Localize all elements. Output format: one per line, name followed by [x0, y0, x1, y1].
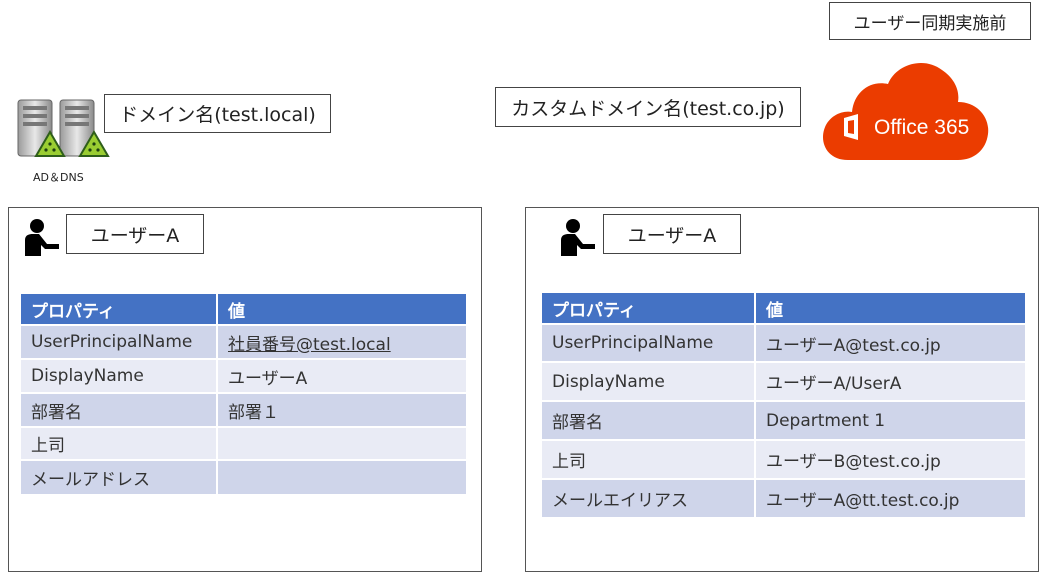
table-row: メールエイリアス ユーザーA@tt.test.co.jp	[542, 478, 1027, 517]
onprem-user-label: ユーザーA	[66, 214, 204, 254]
property-cell: 部署名	[21, 392, 218, 427]
value-cell: ユーザーA@test.co.jp	[755, 323, 1027, 362]
value-cell	[217, 426, 468, 460]
cloud-property-table: プロパティ 値 UserPrincipalName ユーザーA@test.co.…	[542, 293, 1027, 517]
office365-cloud-logo: Office 365	[823, 62, 989, 160]
onprem-property-table: プロパティ 値 UserPrincipalName 社員番号@test.loca…	[21, 294, 468, 494]
value-link[interactable]: 社員番号@test.local	[217, 324, 468, 359]
table-row: UserPrincipalName ユーザーA@test.co.jp	[542, 323, 1027, 362]
table-header-row: プロパティ 値	[542, 293, 1027, 324]
value-cell: ユーザーA	[217, 358, 468, 393]
property-cell: UserPrincipalName	[21, 324, 218, 359]
onprem-user-panel: ユーザーA プロパティ 値 UserPrincipalName 社員番号@tes…	[8, 207, 482, 572]
table-row: UserPrincipalName 社員番号@test.local	[21, 324, 468, 359]
value-cell: ユーザーA/UserA	[755, 361, 1027, 401]
value-cell: Department 1	[755, 400, 1027, 440]
table-row: DisplayName ユーザーA/UserA	[542, 361, 1027, 401]
property-cell: メールアドレス	[21, 459, 218, 494]
column-header-value: 値	[217, 294, 468, 325]
server-icon	[17, 99, 110, 157]
cloud-user-label: ユーザーA	[603, 214, 741, 254]
property-cell: 部署名	[542, 400, 756, 440]
property-cell: UserPrincipalName	[542, 323, 756, 362]
column-header-value: 値	[755, 293, 1027, 324]
custom-domain-label: カスタムドメイン名(test.co.jp)	[495, 87, 801, 127]
person-icon	[25, 219, 59, 256]
table-row: 上司 ユーザーB@test.co.jp	[542, 439, 1027, 479]
value-cell: ユーザーB@test.co.jp	[755, 439, 1027, 479]
property-cell: DisplayName	[21, 358, 218, 393]
onprem-domain-label: ドメイン名(test.local)	[104, 94, 331, 133]
office365-logo-text: Office 365	[874, 116, 969, 139]
property-cell: メールエイリアス	[542, 478, 756, 517]
value-cell: ユーザーA@tt.test.co.jp	[755, 478, 1027, 517]
table-row: メールアドレス	[21, 459, 468, 494]
table-row: 部署名 部署１	[21, 392, 468, 427]
value-cell	[217, 459, 468, 494]
table-row: DisplayName ユーザーA	[21, 358, 468, 393]
property-cell: 上司	[21, 426, 218, 460]
property-cell: DisplayName	[542, 361, 756, 401]
table-header-row: プロパティ 値	[21, 294, 468, 325]
column-header-property: プロパティ	[21, 294, 218, 325]
column-header-property: プロパティ	[542, 293, 756, 324]
value-cell: 部署１	[217, 392, 468, 427]
cloud-user-panel: ユーザーA プロパティ 値 UserPrincipalName ユーザーA@te…	[525, 207, 1039, 572]
person-icon	[561, 219, 595, 256]
server-caption: AD＆DNS	[33, 171, 84, 184]
table-row: 部署名 Department 1	[542, 400, 1027, 440]
property-cell: 上司	[542, 439, 756, 479]
table-row: 上司	[21, 426, 468, 460]
sync-status-label: ユーザー同期実施前	[829, 2, 1031, 40]
